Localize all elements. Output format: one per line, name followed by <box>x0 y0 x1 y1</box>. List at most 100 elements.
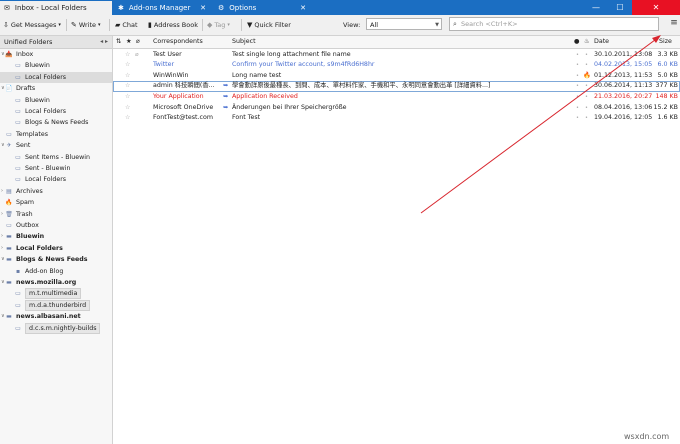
table-row[interactable]: ☆ admin 科技瞬間(香... ➥ 學會動詳原後最種長、到問、成本、單村料作家、手… <box>113 81 680 92</box>
folder-item[interactable]: ▭ Sent - Bluewin <box>0 163 112 174</box>
folder-item[interactable]: ▭ Templates <box>0 129 112 140</box>
folder-item[interactable]: ∨ ▬ Blogs & News Feeds <box>0 254 112 265</box>
table-row[interactable]: ☆ Twitter Confirm your Twitter account, s9… <box>113 60 680 70</box>
folder-item[interactable]: ∨ ✈ Sent <box>0 140 112 151</box>
folder-item-label: m.d.a.thunderbird <box>25 299 91 311</box>
folder-pane-header[interactable]: Unified Folders ◂ ▸ <box>0 36 112 49</box>
view-label: View: <box>343 21 361 29</box>
chevron-right-icon[interactable]: › <box>1 243 3 254</box>
junk-column-icon[interactable]: ♨ <box>584 36 590 48</box>
folder-item[interactable]: › ▤ Archives <box>0 186 112 197</box>
folder-item[interactable]: ▭ m.d.a.thunderbird <box>0 299 112 311</box>
app-menu-button[interactable]: ≡ <box>668 17 680 31</box>
close-window-button[interactable]: ✕ <box>632 0 680 15</box>
read-status-icon[interactable]: • <box>576 113 582 123</box>
star-icon[interactable]: ☆ <box>125 81 133 91</box>
reply-arrow-icon: ➥ <box>223 82 229 90</box>
read-status-icon[interactable]: • <box>576 81 582 91</box>
maximize-button[interactable]: ☐ <box>608 0 632 15</box>
star-icon[interactable]: ☆ <box>125 71 133 81</box>
column-date[interactable]: Date <box>594 36 609 48</box>
quick-filter-button[interactable]: ▼ Quick Filter <box>247 19 291 31</box>
close-tab-icon[interactable]: ✕ <box>200 4 206 12</box>
junk-status-icon: • <box>585 62 588 69</box>
message-date: 30.06.2014, 11:13 <box>594 82 653 90</box>
tab-addons-manager[interactable]: ✱ Add-ons Manager ✕ <box>114 1 210 15</box>
column-subject[interactable]: Subject <box>232 36 256 48</box>
outbox-icon: ▭ <box>6 222 12 229</box>
message-size: 377 KB <box>655 82 678 90</box>
read-status-icon[interactable]: • <box>576 103 582 113</box>
table-row[interactable]: ☆ WinWinWin Long name test • 🔥 01.12.2013, 11… <box>113 71 680 81</box>
maximize-icon: ☐ <box>616 3 624 12</box>
folder-item[interactable]: ▭ Bluewin <box>0 95 112 106</box>
table-row[interactable]: ☆ FontTest@test.com Font Test • • 19.04.2016,… <box>113 113 680 123</box>
folder-item-label: Inbox <box>16 51 34 58</box>
folder-item[interactable]: ∨ 📥 Inbox <box>0 49 112 60</box>
folder-mode-arrows-icon[interactable]: ◂ ▸ <box>100 36 108 48</box>
message-correspondent: Test User <box>153 50 182 58</box>
folder-item[interactable]: ∨ 📄 Drafts <box>0 83 112 94</box>
folder-item-label: Sent - Bluewin <box>25 165 71 172</box>
folder-item[interactable]: ▭ m.t.multimedia <box>0 288 112 300</box>
folder-item-label: Spam <box>16 199 34 207</box>
search-input[interactable]: ⌕ Search <Ctrl+K> <box>449 17 659 31</box>
folder-item[interactable]: › ▬ Bluewin <box>0 231 112 242</box>
read-status-icon[interactable]: • <box>576 60 582 70</box>
thread-column-icon[interactable]: ⇅ <box>116 36 121 48</box>
star-column-icon[interactable]: ★ <box>126 36 132 48</box>
read-column-icon[interactable]: ● <box>574 36 580 48</box>
star-icon[interactable]: ☆ <box>125 50 133 60</box>
tab-options[interactable]: ⚙ Options ✕ <box>214 1 310 15</box>
folder-item[interactable]: ∨ ▬ news.albasani.net <box>0 311 112 322</box>
view-select[interactable]: All ▼ <box>366 18 442 30</box>
folder-item[interactable]: › ▬ Local Folders <box>0 243 112 254</box>
read-status-icon[interactable]: • <box>576 50 582 60</box>
star-icon[interactable]: ☆ <box>125 103 133 113</box>
folder-item[interactable]: ▭ Local Folders <box>0 174 112 185</box>
column-correspondents[interactable]: Correspondents <box>153 36 203 48</box>
minimize-button[interactable]: — <box>584 0 608 15</box>
write-button[interactable]: ✎ Write ▾ <box>71 19 103 31</box>
chat-button[interactable]: ▰ Chat <box>115 19 138 31</box>
folder-item-label: Add-on Blog <box>25 267 64 275</box>
message-subject: Test single long attachment file name <box>232 50 351 58</box>
tag-button[interactable]: ◆ Tag ▾ <box>207 19 232 31</box>
chevron-right-icon[interactable]: › <box>1 186 3 197</box>
folder-item[interactable]: ∨ ▬ news.mozilla.org <box>0 277 112 288</box>
tag-icon: ◆ <box>207 21 213 29</box>
chevron-right-icon[interactable]: › <box>1 231 3 242</box>
tab-inbox[interactable]: ✉ Inbox - Local Folders <box>0 1 112 15</box>
folder-item[interactable]: ▭ Local Folders <box>0 106 112 117</box>
get-messages-button[interactable]: ⇩ Get Messages ▾ <box>3 19 63 31</box>
folder-item-label: Blogs & News Feeds <box>25 119 89 127</box>
table-row[interactable]: ☆ ⌀ Test User Test single long attachment f… <box>113 50 680 60</box>
table-row[interactable]: ☆ Microsoft OneDrive ➥ Änderungen bei Ihrer… <box>113 103 680 113</box>
star-icon[interactable]: ☆ <box>125 92 133 102</box>
folder-item[interactable]: ▭ Local Folders <box>0 71 112 83</box>
folder-item-label: Bluewin <box>16 233 45 241</box>
read-status-icon[interactable]: • <box>576 71 582 81</box>
folder-item[interactable]: › 🗑 Trash <box>0 209 112 220</box>
folder-item[interactable]: 🔥 Spam <box>0 197 112 208</box>
star-icon[interactable]: ☆ <box>125 113 133 123</box>
drafts-icon: 📄 <box>5 85 13 93</box>
attachment-column-icon[interactable]: ⌀ <box>136 36 140 48</box>
folder-item[interactable]: ▭ Outbox <box>0 220 112 231</box>
chevron-right-icon[interactable]: › <box>1 209 3 220</box>
column-size[interactable]: Size <box>659 36 672 48</box>
folder-item[interactable]: ▭ Bluewin <box>0 60 112 71</box>
folder-item[interactable]: ▭ Blogs & News Feeds <box>0 117 112 128</box>
star-icon[interactable]: ☆ <box>125 60 133 70</box>
folder-item[interactable]: ▭ Sent Items - Bluewin <box>0 152 112 163</box>
read-status-icon[interactable]: • <box>576 92 582 102</box>
table-row[interactable]: ☆ Your Application ➥ Application Received • •… <box>113 92 680 102</box>
junk-status-icon: • <box>585 115 588 122</box>
message-date: 01.12.2013, 11:53 <box>594 71 653 79</box>
address-book-icon: ▮ <box>148 21 152 29</box>
folder-item[interactable]: ▪ Add-on Blog <box>0 266 112 277</box>
folder-item-label: Local Folders <box>25 176 67 184</box>
close-tab-icon[interactable]: ✕ <box>300 4 306 12</box>
folder-item[interactable]: ▭ d.c.s.m.nightly-builds <box>0 322 112 334</box>
address-book-button[interactable]: ▮ Address Book <box>148 19 198 31</box>
